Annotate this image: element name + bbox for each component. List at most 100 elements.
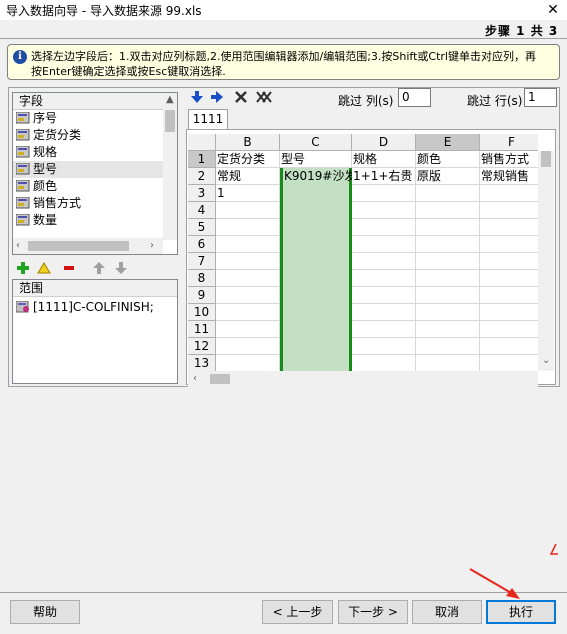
table-cell[interactable] (352, 219, 416, 236)
row-header[interactable]: 2 (188, 168, 216, 185)
table-cell[interactable] (480, 287, 538, 304)
table-cell[interactable] (480, 219, 538, 236)
field-item[interactable]: 规格 (13, 144, 163, 161)
column-header[interactable]: F (480, 134, 538, 151)
range-list[interactable]: 范围 [1111]C-COLFINISH; (12, 279, 178, 384)
table-cell[interactable] (480, 321, 538, 338)
row-header[interactable]: 6 (188, 236, 216, 253)
table-cell[interactable] (480, 236, 538, 253)
table-cell[interactable]: 1 (216, 185, 280, 202)
row-header[interactable]: 11 (188, 321, 216, 338)
table-cell[interactable] (480, 202, 538, 219)
table-cell[interactable] (216, 219, 280, 236)
field-list-vertical-scrollbar[interactable]: ▲ (163, 93, 177, 240)
column-header[interactable]: C (280, 134, 352, 151)
field-item[interactable]: 销售方式 (13, 195, 163, 212)
table-cell[interactable] (416, 321, 480, 338)
table-cell[interactable]: 定货分类 (216, 151, 280, 168)
row-header[interactable]: 4 (188, 202, 216, 219)
field-list[interactable]: 字段 序号 定货分类 规格 型号 颜色 销售方式 数量 ▲ ‹ › (12, 92, 178, 255)
table-cell[interactable] (216, 253, 280, 270)
prev-button[interactable]: < 上一步 (262, 600, 333, 624)
move-down-icon[interactable] (112, 261, 130, 279)
table-cell[interactable] (216, 338, 280, 355)
next-button[interactable]: 下一步 > (338, 600, 408, 624)
field-item[interactable]: 数量 (13, 212, 163, 229)
sheet-tab[interactable]: 1111 (188, 109, 228, 129)
edit-range-icon[interactable] (35, 261, 53, 279)
skip-columns-input[interactable]: 0 (398, 88, 431, 107)
table-cell[interactable] (352, 355, 416, 371)
table-cell[interactable]: 规格 (352, 151, 416, 168)
row-header[interactable]: 7 (188, 253, 216, 270)
table-cell[interactable] (416, 338, 480, 355)
table-cell[interactable] (352, 236, 416, 253)
table-cell[interactable] (416, 219, 480, 236)
field-list-horizontal-scrollbar[interactable]: ‹ › (13, 238, 163, 254)
help-button[interactable]: 帮助 (10, 600, 80, 624)
range-item[interactable]: [1111]C-COLFINISH; (16, 300, 154, 314)
grid-vertical-scrollbar[interactable]: ⌄ (538, 151, 554, 371)
table-cell[interactable]: 常规 (216, 168, 280, 185)
table-cell[interactable] (216, 202, 280, 219)
field-item[interactable]: 颜色 (13, 178, 163, 195)
clear-icon[interactable] (234, 90, 248, 108)
field-item[interactable]: 型号 (13, 161, 163, 178)
spreadsheet-grid[interactable]: BCDEF1定货分类型号规格颜色销售方式2常规K9019#沙发1+1+右贵原版常… (188, 134, 538, 371)
table-cell[interactable] (216, 287, 280, 304)
field-item[interactable]: 序号 (13, 110, 163, 127)
table-cell[interactable] (416, 253, 480, 270)
table-cell[interactable] (352, 321, 416, 338)
table-cell[interactable] (216, 304, 280, 321)
table-cell[interactable] (352, 270, 416, 287)
row-header[interactable]: 1 (188, 151, 216, 168)
grid-horizontal-scrollbar[interactable]: ‹ (188, 371, 538, 387)
table-cell[interactable]: 原版 (416, 168, 480, 185)
table-cell[interactable] (480, 304, 538, 321)
row-header[interactable]: 5 (188, 219, 216, 236)
arrow-down-icon[interactable] (190, 90, 204, 108)
table-cell[interactable] (416, 355, 480, 371)
row-header[interactable]: 12 (188, 338, 216, 355)
table-cell[interactable] (352, 253, 416, 270)
column-header[interactable]: D (352, 134, 416, 151)
table-cell[interactable] (416, 304, 480, 321)
row-header[interactable]: 10 (188, 304, 216, 321)
table-cell[interactable] (352, 304, 416, 321)
table-cell[interactable] (416, 202, 480, 219)
table-cell[interactable] (216, 270, 280, 287)
table-cell[interactable] (216, 236, 280, 253)
table-cell[interactable] (416, 270, 480, 287)
table-cell[interactable] (352, 338, 416, 355)
field-item[interactable]: 定货分类 (13, 127, 163, 144)
table-cell[interactable] (416, 236, 480, 253)
table-cell[interactable] (480, 338, 538, 355)
table-cell[interactable]: 颜色 (416, 151, 480, 168)
add-range-icon[interactable] (14, 261, 32, 279)
row-header[interactable]: 13 (188, 355, 216, 371)
move-up-icon[interactable] (90, 261, 108, 279)
table-cell[interactable] (416, 287, 480, 304)
table-cell[interactable]: 常规销售 (480, 168, 538, 185)
row-header[interactable]: 8 (188, 270, 216, 287)
table-cell[interactable] (352, 185, 416, 202)
table-cell[interactable] (216, 321, 280, 338)
table-cell[interactable] (480, 355, 538, 371)
table-cell[interactable] (416, 185, 480, 202)
table-cell[interactable] (480, 185, 538, 202)
grid-corner[interactable] (188, 134, 216, 151)
column-header[interactable]: E (416, 134, 480, 151)
clear-all-icon[interactable] (256, 90, 272, 108)
table-cell[interactable] (352, 287, 416, 304)
table-cell[interactable]: 1+1+右贵 (352, 168, 416, 185)
table-cell[interactable] (480, 270, 538, 287)
table-cell[interactable]: 型号 (280, 151, 352, 168)
row-header[interactable]: 9 (188, 287, 216, 304)
table-cell[interactable] (352, 202, 416, 219)
row-header[interactable]: 3 (188, 185, 216, 202)
table-cell[interactable] (216, 355, 280, 371)
skip-rows-input[interactable]: 1 (524, 88, 557, 107)
close-button[interactable]: ✕ (543, 0, 563, 20)
table-cell[interactable] (480, 253, 538, 270)
arrow-right-icon[interactable] (210, 90, 224, 108)
